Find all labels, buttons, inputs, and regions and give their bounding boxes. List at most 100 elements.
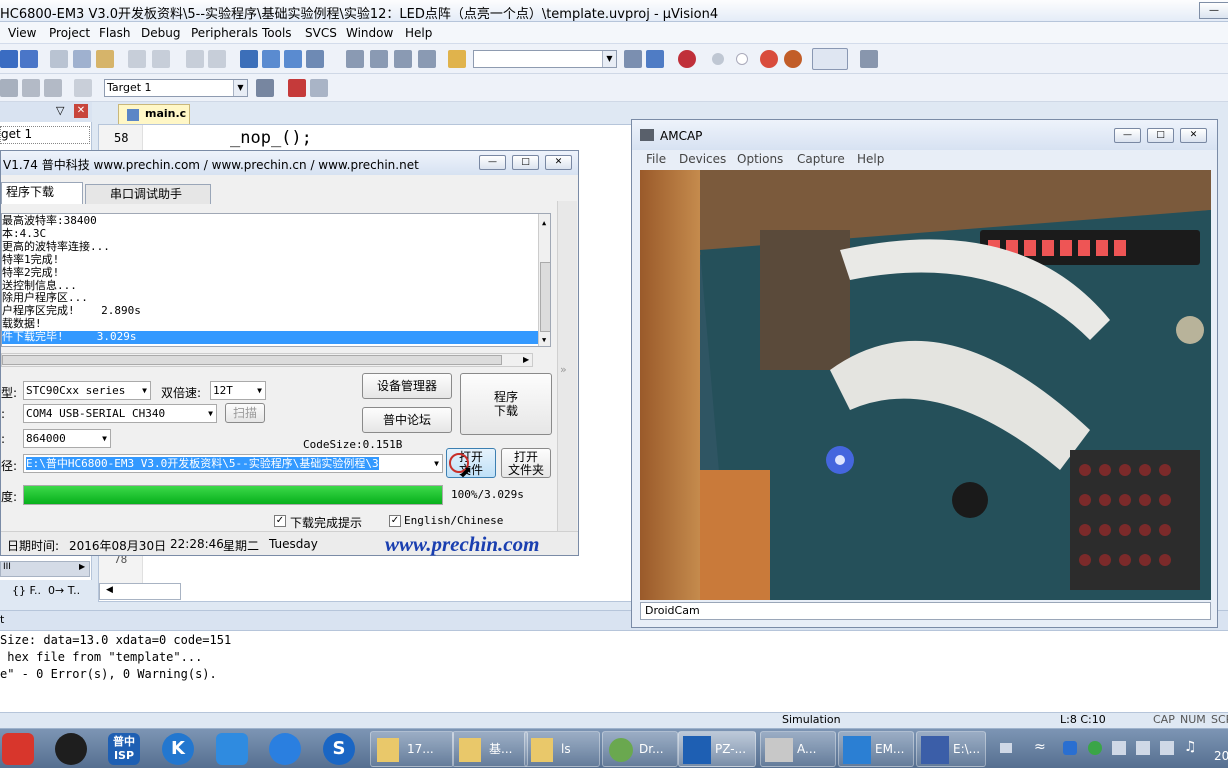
- save-all-icon[interactable]: [20, 50, 38, 68]
- amcap-minimize-button[interactable]: —: [1114, 128, 1141, 143]
- debug-session-icon[interactable]: [678, 50, 696, 68]
- taskbar-isp-active[interactable]: PZ-...: [678, 731, 756, 767]
- editor-hscrollbar[interactable]: ◀: [99, 583, 181, 600]
- keyboard-icon[interactable]: [1000, 743, 1012, 753]
- isp-app-icon[interactable]: 普中 ISP: [108, 733, 140, 765]
- taskbar-folder-ls[interactable]: ls: [524, 731, 600, 767]
- tab-serial-assistant[interactable]: 串口调试助手: [85, 184, 211, 204]
- k-app-icon[interactable]: K: [162, 733, 194, 765]
- pin-icon[interactable]: ▽: [56, 104, 64, 117]
- log-vscrollbar[interactable]: ▲ ▼: [538, 214, 550, 346]
- scroll-thumb[interactable]: [540, 262, 550, 332]
- menu-devices[interactable]: Devices: [679, 152, 726, 166]
- menu-options[interactable]: Options: [737, 152, 783, 166]
- menu-peripherals[interactable]: Peripherals: [191, 26, 258, 40]
- window-layout-icon[interactable]: [812, 48, 848, 70]
- program-download-button[interactable]: 程序 下载: [460, 373, 552, 435]
- chevron-down-icon[interactable]: ▼: [233, 80, 247, 96]
- scroll-down-icon[interactable]: ▼: [542, 334, 546, 346]
- taskbar-uvision[interactable]: EM...: [838, 731, 914, 767]
- taskbar-droidcam[interactable]: Dr...: [602, 731, 678, 767]
- network-icon[interactable]: [1160, 741, 1174, 755]
- cut-icon[interactable]: [50, 50, 68, 68]
- find-combo[interactable]: ▼: [473, 50, 617, 68]
- load-icon[interactable]: [74, 79, 92, 97]
- uncomment-icon[interactable]: [418, 50, 436, 68]
- volume-icon[interactable]: ♫: [1184, 739, 1197, 755]
- menu-help[interactable]: Help: [405, 26, 432, 40]
- target-options-icon[interactable]: [256, 79, 274, 97]
- tab-main-c[interactable]: main.c: [118, 104, 190, 124]
- breakpoint-disable-icon[interactable]: [760, 50, 778, 68]
- amcap-close-button[interactable]: ✕: [1180, 128, 1207, 143]
- translate-icon[interactable]: [0, 79, 18, 97]
- isp-minimize-button[interactable]: —: [479, 155, 506, 170]
- language-checkbox[interactable]: ✓: [389, 515, 401, 527]
- download-hint-checkbox[interactable]: ✓: [274, 515, 286, 527]
- redo-icon[interactable]: [152, 50, 170, 68]
- tab-functions[interactable]: {} F..: [12, 584, 41, 597]
- isp-maximize-button[interactable]: □: [512, 155, 539, 170]
- menu-flash[interactable]: Flash: [99, 26, 130, 40]
- flag-icon[interactable]: [1112, 741, 1126, 755]
- double-speed-select[interactable]: 12T ▼: [210, 381, 266, 400]
- scroll-right-icon[interactable]: ▶: [79, 562, 85, 571]
- file-path-input[interactable]: E:\普中HC6800-EM3 V3.0开发板资料\5--实验程序\基础实验例程…: [23, 454, 443, 473]
- unindent-icon[interactable]: [370, 50, 388, 68]
- open-folder-button[interactable]: 打开 文件夹: [501, 448, 551, 478]
- build-icon[interactable]: [22, 79, 40, 97]
- chevron-down-icon[interactable]: ▼: [602, 51, 616, 67]
- copy-icon[interactable]: [73, 50, 91, 68]
- isp-close-button[interactable]: ✕: [545, 155, 572, 170]
- video-player-icon[interactable]: [269, 733, 301, 765]
- rebuild-icon[interactable]: [44, 79, 62, 97]
- nav-back-icon[interactable]: [186, 50, 204, 68]
- configure-icon[interactable]: [860, 50, 878, 68]
- undo-icon[interactable]: [128, 50, 146, 68]
- website-link[interactable]: www.prechin.com: [385, 532, 539, 557]
- save-icon[interactable]: [0, 50, 18, 68]
- device-manager-button[interactable]: 设备管理器: [362, 373, 452, 399]
- scroll-right-icon[interactable]: ▶: [523, 355, 529, 364]
- chip-type-select[interactable]: STC90Cxx series ▼: [23, 381, 151, 400]
- indent-icon[interactable]: [346, 50, 364, 68]
- usb-icon[interactable]: [1136, 741, 1150, 755]
- project-hscrollbar[interactable]: III ▶: [0, 561, 90, 577]
- manage-components-icon[interactable]: [288, 79, 306, 97]
- shield-icon[interactable]: [1063, 741, 1077, 755]
- taskbar-explorer[interactable]: E:\...: [916, 731, 986, 767]
- scan-button[interactable]: 扫描: [225, 403, 265, 423]
- scroll-thumb[interactable]: III: [3, 562, 11, 572]
- bookmark-prev-icon[interactable]: [262, 50, 280, 68]
- menu-capture[interactable]: Capture: [797, 152, 845, 166]
- tree-item-target[interactable]: get 1: [0, 126, 90, 144]
- bookmark-next-icon[interactable]: [284, 50, 302, 68]
- tab-program-download[interactable]: 程序下载: [1, 182, 83, 204]
- menu-tools[interactable]: Tools: [262, 26, 292, 40]
- app-icon-angrybird[interactable]: [2, 733, 34, 765]
- baidu-cloud-icon[interactable]: [216, 733, 248, 765]
- expand-icon[interactable]: »: [560, 363, 567, 376]
- menu-file[interactable]: File: [646, 152, 666, 166]
- minimize-button[interactable]: —: [1199, 2, 1228, 19]
- s-app-icon[interactable]: S: [323, 733, 355, 765]
- menu-help[interactable]: Help: [857, 152, 884, 166]
- taskbar-amcap[interactable]: A...: [760, 731, 836, 767]
- forum-button[interactable]: 普中论坛: [362, 407, 452, 433]
- bookmark-icon[interactable]: [240, 50, 258, 68]
- tab-templates[interactable]: 0→ T..: [48, 584, 80, 597]
- menu-project[interactable]: Project: [49, 26, 90, 40]
- menu-debug[interactable]: Debug: [141, 26, 180, 40]
- bookmark-clear-icon[interactable]: [306, 50, 324, 68]
- select-packs-icon[interactable]: [310, 79, 328, 97]
- comment-icon[interactable]: [394, 50, 412, 68]
- breakpoint-kill-icon[interactable]: [784, 50, 802, 68]
- wifi-icon[interactable]: ≈: [1034, 739, 1046, 755]
- nav-forward-icon[interactable]: [208, 50, 226, 68]
- breakpoint-enable-icon[interactable]: [736, 53, 748, 65]
- menu-view[interactable]: View: [8, 26, 36, 40]
- incremental-find-icon[interactable]: [646, 50, 664, 68]
- find-in-files-icon[interactable]: [624, 50, 642, 68]
- scroll-left-icon[interactable]: ◀: [106, 585, 113, 595]
- qq-icon[interactable]: [55, 733, 87, 765]
